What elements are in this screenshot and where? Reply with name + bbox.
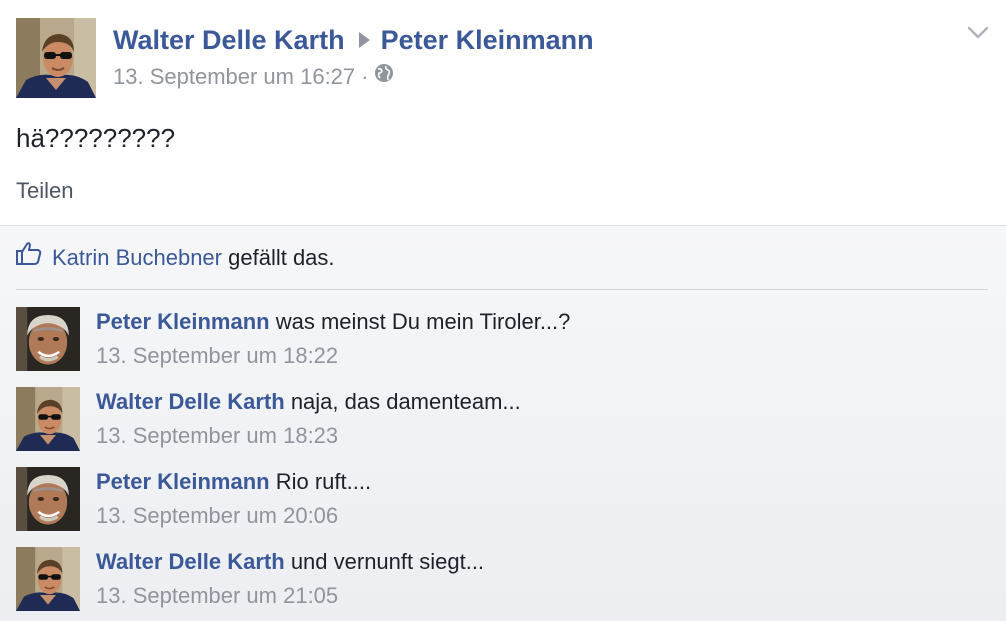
share-link[interactable]: Teilen <box>16 176 73 206</box>
comment-body: naja, das damenteam... <box>290 389 521 414</box>
thumbs-up-icon <box>16 241 42 273</box>
comment-timestamp-link[interactable]: 13. September um 18:23 <box>96 421 338 451</box>
globe-icon[interactable] <box>374 61 394 91</box>
commenter-avatar[interactable] <box>16 547 80 611</box>
comment-item: Walter Delle Karth und vernunft siegt...… <box>16 547 986 617</box>
author-name-link[interactable]: Walter Delle Karth <box>113 25 345 55</box>
arrow-right-icon <box>357 22 371 58</box>
comment-timestamp-link[interactable]: 13. September um 18:22 <box>96 341 338 371</box>
comment-timestamp-link[interactable]: 13. September um 20:06 <box>96 501 338 531</box>
commenter-avatar[interactable] <box>16 307 80 371</box>
commenter-name-link[interactable]: Walter Delle Karth <box>96 389 285 414</box>
comment-item: Peter Kleinmann was meinst Du mein Tirol… <box>16 307 986 377</box>
recipient-name-link[interactable]: Peter Kleinmann <box>381 25 594 55</box>
comment-text-line: Walter Delle Karth naja, das damenteam..… <box>96 387 521 417</box>
post-card: Walter Delle Karth Peter Kleinmann 13. Se… <box>0 0 1006 225</box>
comment-body: Rio ruft.... <box>275 469 372 494</box>
liker-name-link[interactable]: Katrin Buchebner <box>52 245 222 270</box>
commenter-avatar[interactable] <box>16 387 80 451</box>
comment-item: Walter Delle Karth naja, das damenteam..… <box>16 387 986 457</box>
comment-body: was meinst Du mein Tiroler...? <box>275 309 571 334</box>
chevron-down-icon[interactable] <box>964 22 992 44</box>
divider <box>16 289 988 290</box>
post-meta: 13. September um 16:27 · <box>113 62 394 93</box>
comment-timestamp-link[interactable]: 13. September um 21:05 <box>96 581 338 611</box>
commenter-name-link[interactable]: Peter Kleinmann <box>96 469 270 494</box>
feedback-section: Katrin Buchebner gefällt das. Peter Klei… <box>0 225 1006 621</box>
post-timestamp-link[interactable]: 13. September um 16:27 <box>113 64 355 89</box>
commenter-name-link[interactable]: Peter Kleinmann <box>96 309 270 334</box>
post-header: Walter Delle Karth Peter Kleinmann <box>113 22 594 60</box>
author-avatar[interactable] <box>16 18 96 98</box>
commenter-name-link[interactable]: Walter Delle Karth <box>96 549 285 574</box>
likes-sentence: Katrin Buchebner gefällt das. <box>16 241 335 273</box>
comment-body: und vernunft siegt... <box>290 549 485 574</box>
comment-text-line: Walter Delle Karth und vernunft siegt... <box>96 547 484 577</box>
comment-item: Peter Kleinmann Rio ruft.... 13. Septemb… <box>16 467 986 537</box>
meta-separator: · <box>361 64 369 89</box>
comment-text-line: Peter Kleinmann was meinst Du mein Tirol… <box>96 307 570 337</box>
post-text: hä????????? <box>16 123 176 153</box>
likes-suffix: gefällt das. <box>228 245 335 270</box>
comment-text-line: Peter Kleinmann Rio ruft.... <box>96 467 371 497</box>
commenter-avatar[interactable] <box>16 467 80 531</box>
